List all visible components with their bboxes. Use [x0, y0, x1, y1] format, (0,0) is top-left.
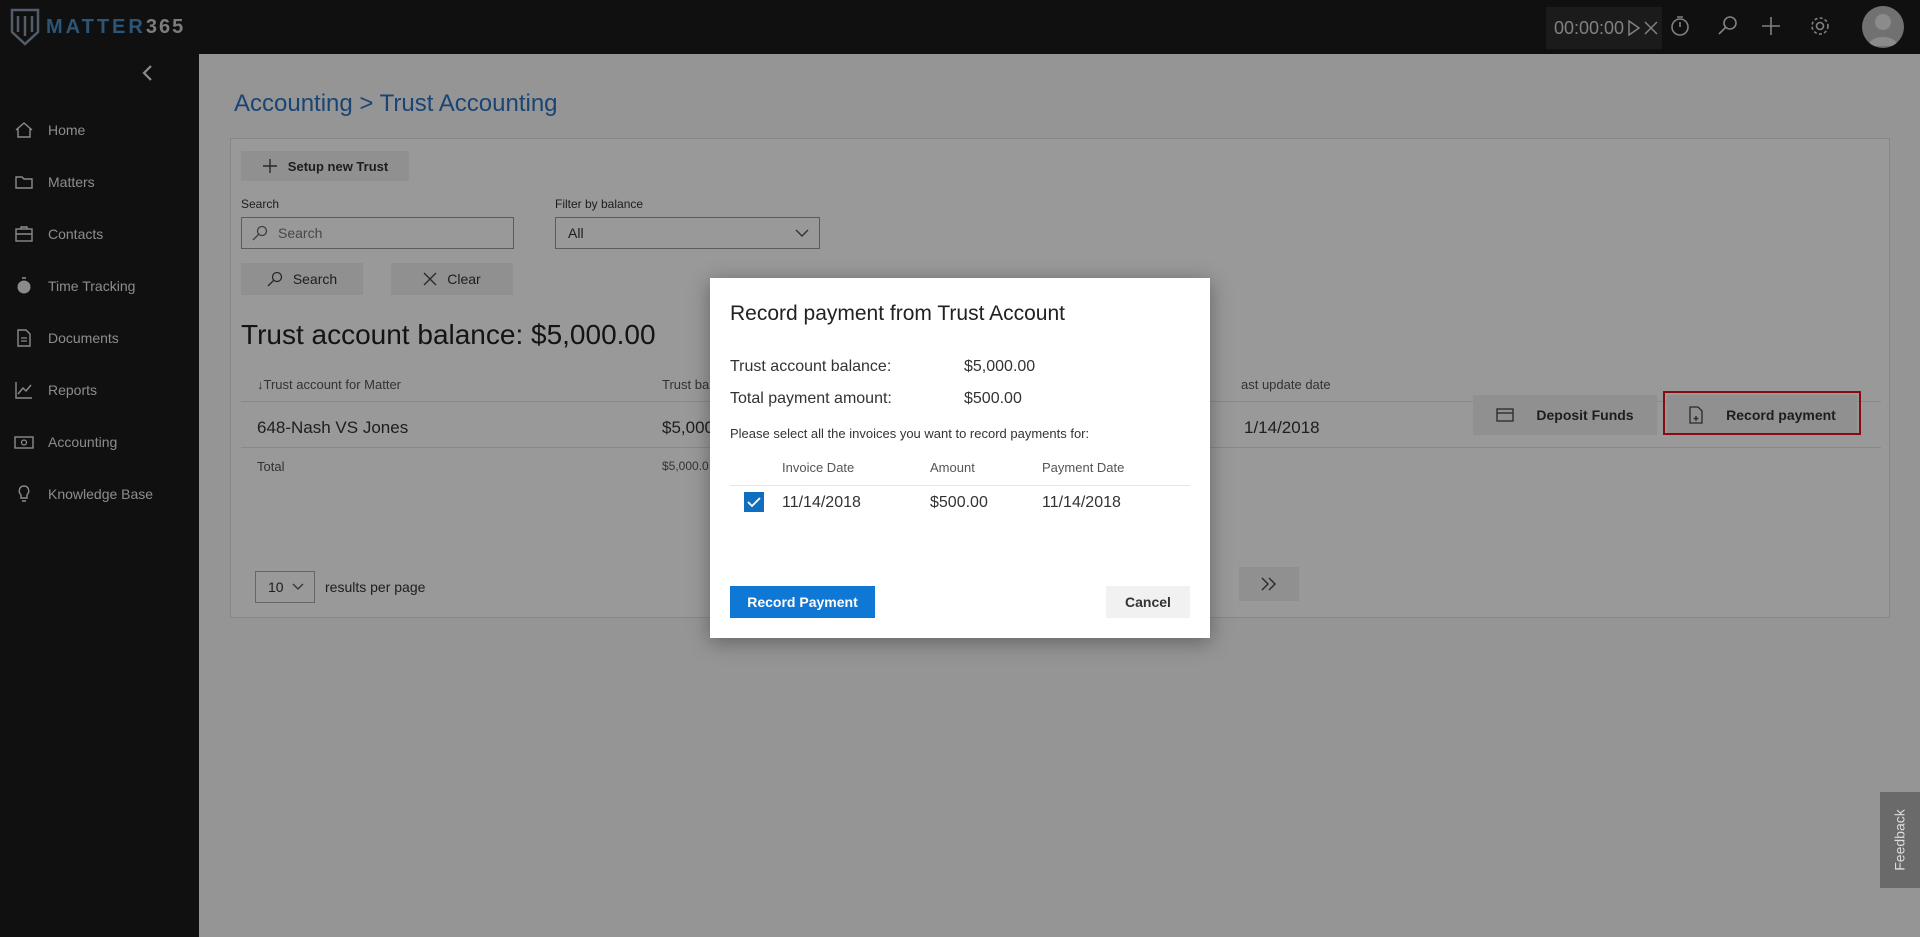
record-payment-submit-button[interactable]: Record Payment — [730, 586, 875, 618]
balance-value: $5,000.00 — [964, 358, 1036, 375]
record-payment-dialog: Record payment from Trust Account Trust … — [710, 278, 1210, 638]
feedback-label: Feedback — [1892, 809, 1909, 871]
checkmark-icon — [747, 497, 761, 508]
column-header-payment-date: Payment Date — [1042, 460, 1125, 475]
total-payment-label: Total payment amount: — [730, 390, 892, 407]
invoice-date-cell: 11/14/2018 — [782, 494, 861, 511]
divider — [730, 485, 1190, 486]
invoice-checkbox[interactable] — [744, 492, 764, 512]
cancel-button[interactable]: Cancel — [1106, 586, 1190, 618]
dialog-title: Record payment from Trust Account — [730, 302, 1065, 325]
column-header-amount: Amount — [930, 460, 975, 475]
payment-date-cell[interactable]: 11/14/2018 — [1042, 494, 1121, 512]
column-header-invoice-date: Invoice Date — [782, 460, 855, 475]
dialog-instruction: Please select all the invoices you want … — [730, 426, 1090, 441]
feedback-tab[interactable]: Feedback — [1880, 792, 1920, 888]
amount-cell: $500.00 — [930, 494, 988, 511]
balance-label: Trust account balance: — [730, 358, 892, 375]
total-payment-value: $500.00 — [964, 390, 1022, 407]
